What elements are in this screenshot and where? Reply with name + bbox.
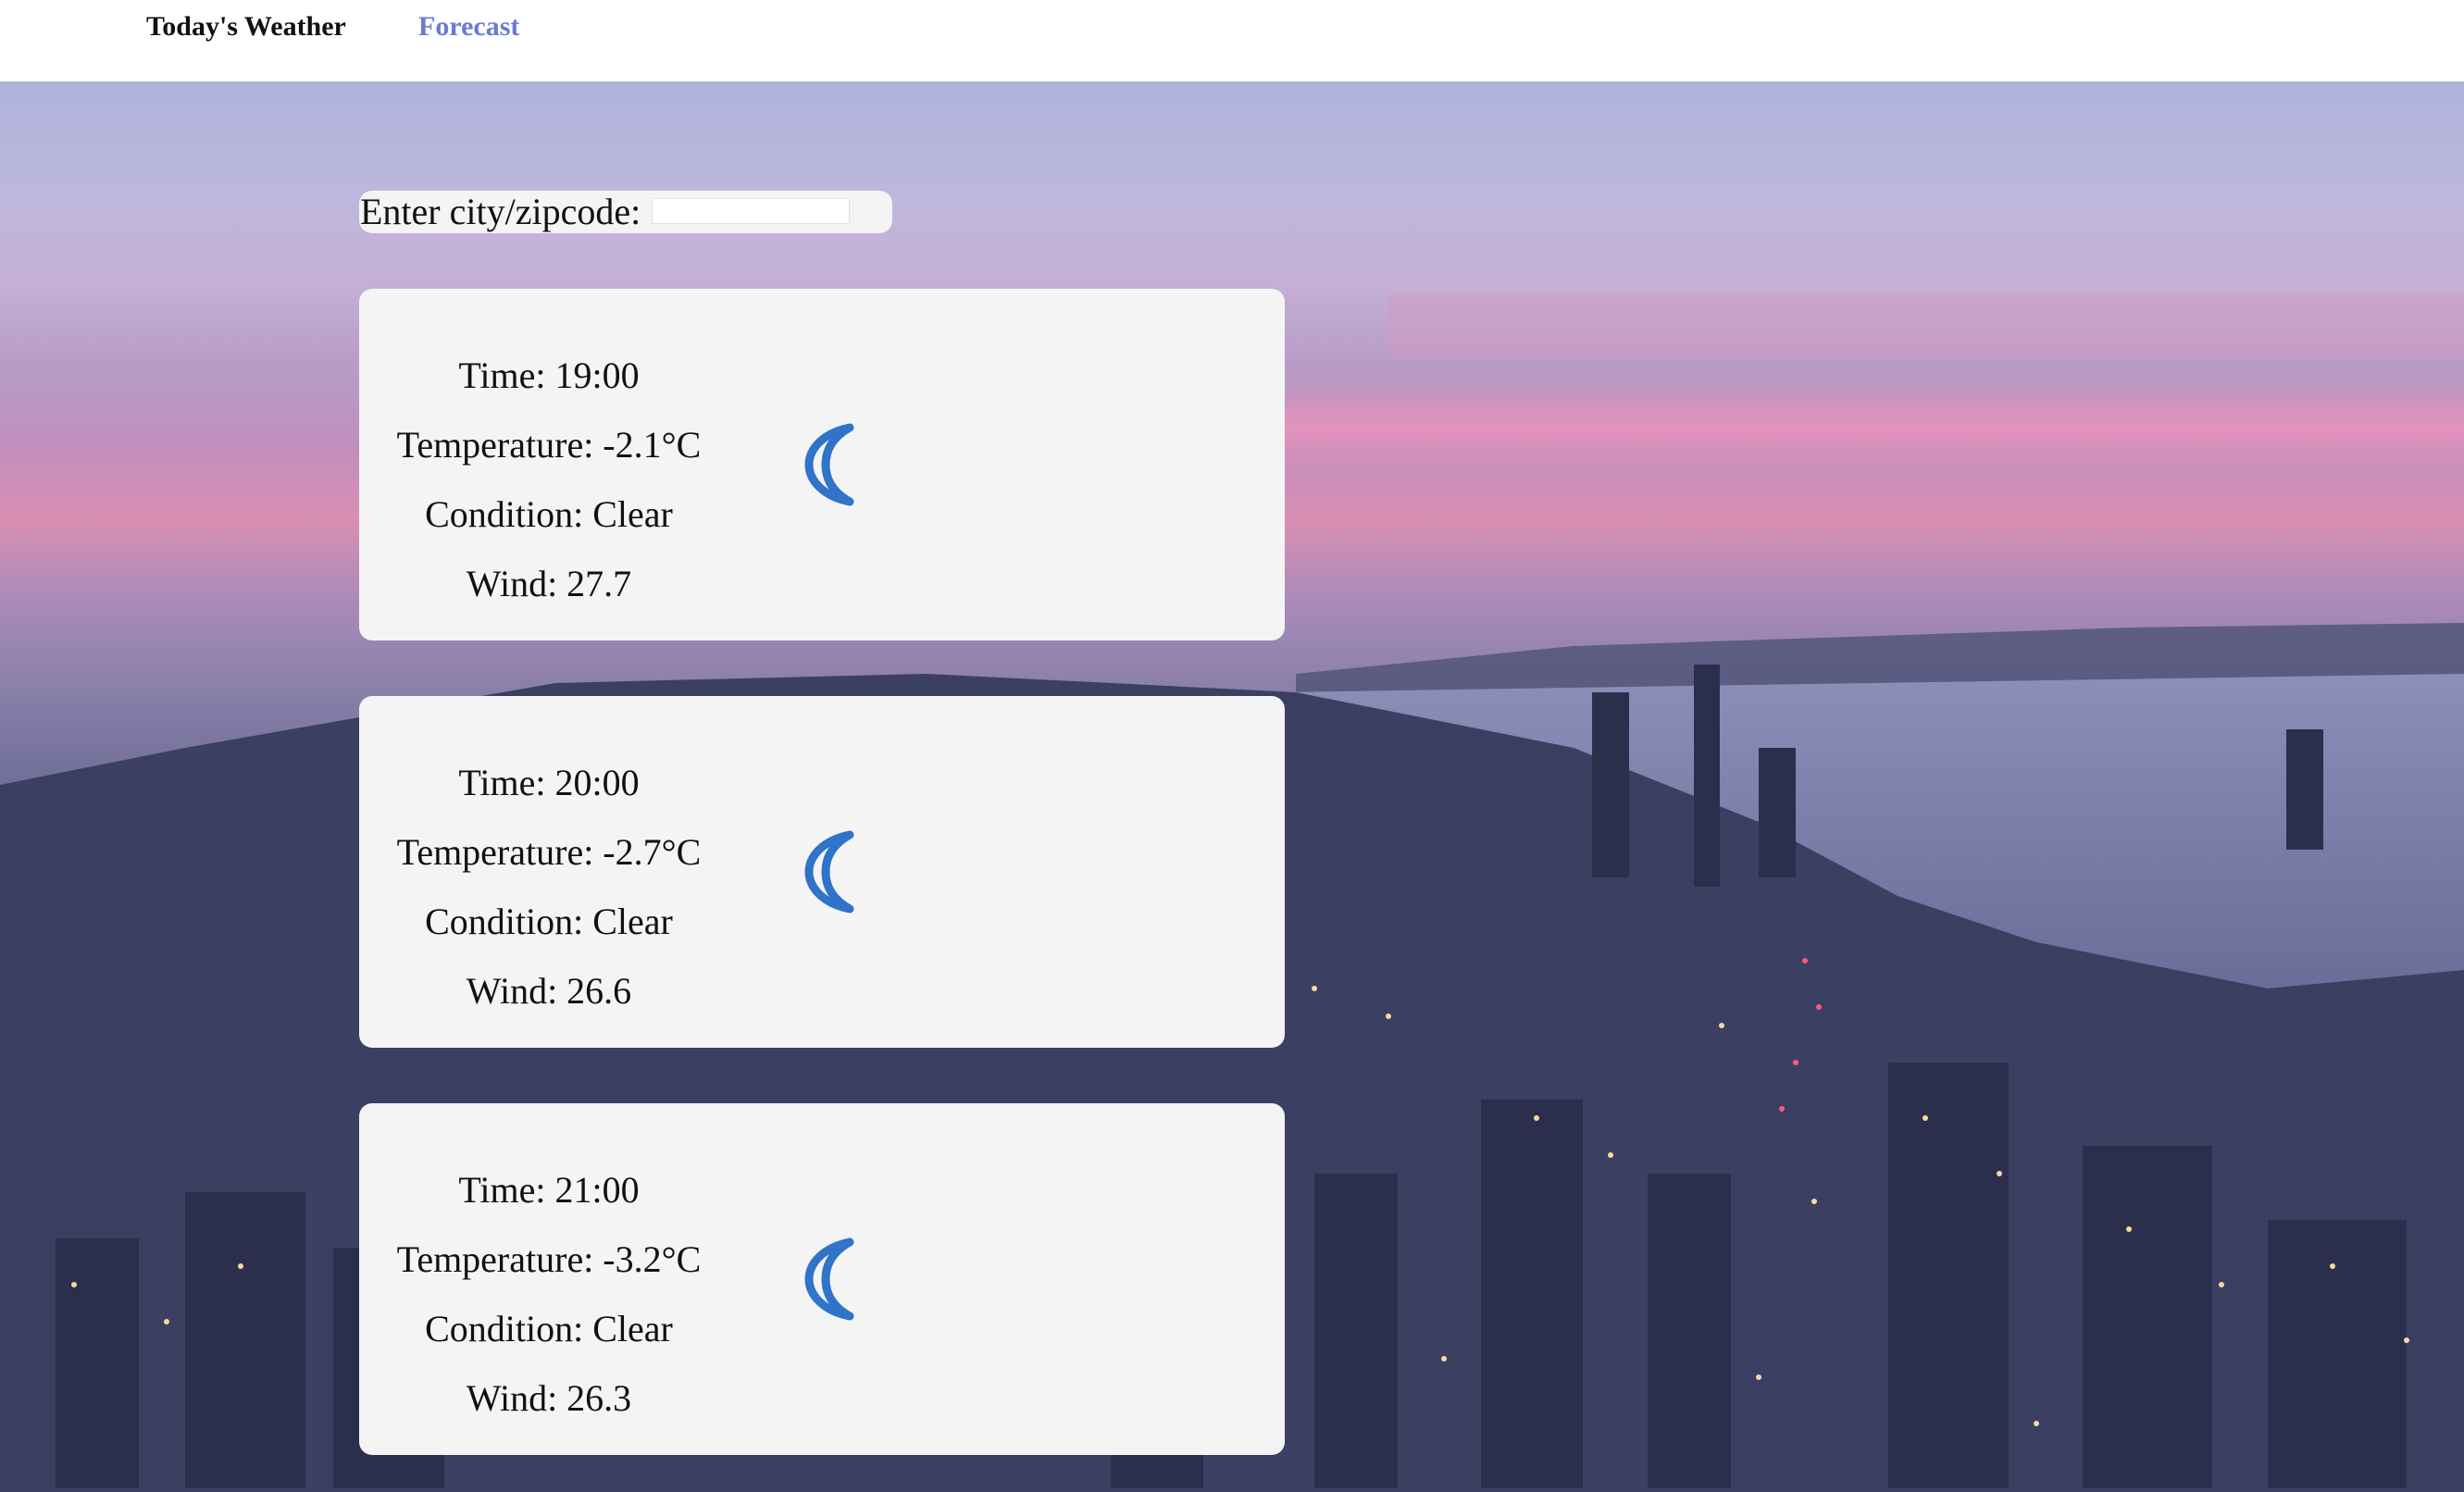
forecast-time: Time: 20:00: [458, 762, 640, 803]
nav-link-todays-weather[interactable]: Today's Weather: [146, 11, 346, 43]
forecast-details: Time: 19:00 Temperature: -2.1°C Conditio…: [359, 341, 739, 618]
city-search-bar: Enter city/zipcode:: [359, 191, 892, 233]
top-navbar: Today's Weather Forecast: [0, 0, 2464, 81]
forecast-wind: Wind: 27.7: [466, 563, 632, 604]
moon-icon: [804, 423, 854, 506]
forecast-temperature: Temperature: -3.2°C: [396, 1238, 702, 1280]
forecast-temperature: Temperature: -2.7°C: [396, 831, 702, 873]
forecast-condition: Condition: Clear: [425, 1308, 673, 1349]
forecast-wind: Wind: 26.6: [466, 970, 632, 1012]
forecast-card: Time: 20:00 Temperature: -2.7°C Conditio…: [359, 696, 1285, 1048]
moon-icon: [804, 830, 854, 914]
forecast-wind: Wind: 26.3: [466, 1377, 632, 1419]
forecast-time: Time: 21:00: [458, 1169, 640, 1211]
moon-icon: [804, 1237, 854, 1321]
city-zipcode-input[interactable]: [652, 198, 850, 224]
forecast-temperature: Temperature: -2.1°C: [396, 424, 702, 466]
forecast-condition: Condition: Clear: [425, 901, 673, 942]
search-label: Enter city/zipcode:: [360, 191, 641, 232]
forecast-card: Time: 21:00 Temperature: -3.2°C Conditio…: [359, 1103, 1285, 1455]
forecast-card: Time: 19:00 Temperature: -2.1°C Conditio…: [359, 289, 1285, 640]
forecast-details: Time: 20:00 Temperature: -2.7°C Conditio…: [359, 748, 739, 1026]
forecast-time: Time: 19:00: [458, 354, 640, 396]
forecast-details: Time: 21:00 Temperature: -3.2°C Conditio…: [359, 1155, 739, 1433]
nav-link-forecast[interactable]: Forecast: [418, 11, 519, 43]
forecast-condition: Condition: Clear: [425, 493, 673, 535]
